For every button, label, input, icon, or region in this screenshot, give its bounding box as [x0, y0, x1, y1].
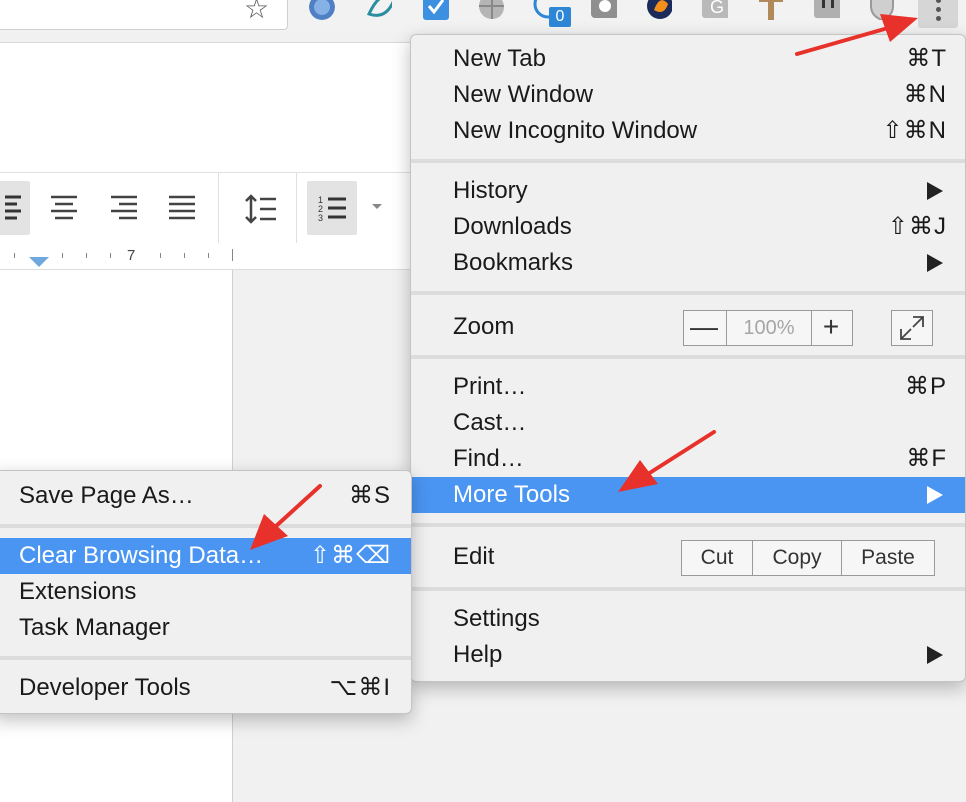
justify-icon: [169, 195, 195, 220]
menu-separator: [0, 656, 411, 660]
kebab-icon[interactable]: [918, 0, 958, 28]
menu-separator: [411, 523, 965, 527]
docs-formatting-toolbar: 123: [0, 172, 420, 244]
menu-item-print[interactable]: Print… ⌘P: [411, 369, 965, 405]
menu-item-cast[interactable]: Cast…: [411, 405, 965, 441]
menu-item-new-incognito-window[interactable]: New Incognito Window ⇧⌘N: [411, 113, 965, 149]
menu-item-help[interactable]: Help: [411, 637, 965, 673]
svg-text:G: G: [710, 0, 724, 17]
plug-extension-icon[interactable]: [814, 0, 840, 20]
menu-item-settings[interactable]: Settings: [411, 601, 965, 637]
zoom-out-button[interactable]: —: [684, 311, 724, 345]
svg-text:3: 3: [318, 213, 323, 223]
extension-badge: 0: [549, 7, 571, 27]
menu-item-save-page-as[interactable]: Save Page As… ⌘S: [0, 478, 411, 514]
submenu-arrow-icon: [927, 646, 943, 664]
menu-item-new-tab[interactable]: New Tab ⌘T: [411, 41, 965, 77]
hammer-extension-icon[interactable]: [757, 0, 783, 20]
more-tools-submenu: Save Page As… ⌘S Clear Browsing Data… ⇧⌘…: [0, 470, 412, 714]
menu-separator: [411, 355, 965, 359]
paste-button[interactable]: Paste: [841, 541, 934, 575]
align-right-button[interactable]: [98, 181, 148, 235]
camera-extension-icon[interactable]: [591, 0, 617, 20]
document-ruler: 7: [0, 243, 420, 270]
leaf-extension-icon[interactable]: [366, 0, 392, 20]
document-header-area: [0, 42, 420, 173]
submenu-arrow-icon: [927, 182, 943, 200]
check-extension-icon[interactable]: [423, 0, 449, 20]
numbered-list-icon: 123: [318, 195, 346, 223]
browser-toolbar: ☆ 0 G: [0, 0, 966, 32]
menu-separator: [411, 291, 965, 295]
fullscreen-icon: [900, 316, 924, 340]
zoom-in-button[interactable]: +: [811, 311, 851, 345]
menu-item-new-window[interactable]: New Window ⌘N: [411, 77, 965, 113]
zoom-level: 100%: [726, 311, 812, 345]
align-center-button[interactable]: [38, 181, 88, 235]
menu-item-developer-tools[interactable]: Developer Tools ⌥⌘I: [0, 670, 411, 706]
star-icon[interactable]: ☆: [244, 0, 269, 25]
menu-item-bookmarks[interactable]: Bookmarks: [411, 245, 965, 281]
menu-item-edit: Edit Cut Copy Paste: [411, 539, 965, 576]
menu-item-extensions[interactable]: Extensions: [0, 574, 411, 610]
menu-item-history[interactable]: History: [411, 173, 965, 209]
align-left-icon: [5, 195, 21, 220]
menu-item-zoom: Zoom — 100% +: [411, 307, 965, 347]
menu-item-more-tools[interactable]: More Tools: [411, 477, 965, 513]
chrome-main-menu: New Tab ⌘T New Window ⌘N New Incognito W…: [410, 34, 966, 682]
menu-separator: [0, 524, 411, 528]
indent-marker[interactable]: [29, 257, 49, 267]
cut-button[interactable]: Cut: [682, 541, 752, 575]
globe-extension-icon[interactable]: [309, 0, 335, 20]
fullscreen-button[interactable]: [891, 310, 933, 346]
menu-item-downloads[interactable]: Downloads ⇧⌘J: [411, 209, 965, 245]
toolbar-divider: [296, 173, 297, 243]
grammarly-extension-icon[interactable]: G: [702, 0, 728, 20]
justify-button[interactable]: [156, 181, 206, 235]
menu-item-task-manager[interactable]: Task Manager: [0, 610, 411, 646]
copy-button[interactable]: Copy: [752, 541, 841, 575]
submenu-arrow-icon: [927, 254, 943, 272]
menu-separator: [411, 587, 965, 591]
line-spacing-icon: [245, 194, 276, 224]
flame-extension-icon[interactable]: [646, 0, 672, 20]
edit-controls: Cut Copy Paste: [681, 540, 935, 576]
toolbar-divider: [218, 173, 219, 243]
submenu-arrow-icon: [927, 486, 943, 504]
zoom-control: — 100% +: [683, 310, 853, 346]
list-options-dropdown-icon[interactable]: [372, 204, 382, 209]
align-left-button[interactable]: [0, 181, 30, 235]
menu-item-clear-browsing-data[interactable]: Clear Browsing Data… ⇧⌘⌫: [0, 538, 411, 574]
align-center-icon: [51, 195, 77, 220]
menu-item-find[interactable]: Find… ⌘F: [411, 441, 965, 477]
numbered-list-button[interactable]: 123: [307, 181, 357, 235]
align-right-icon: [111, 195, 137, 220]
ruler-number: 7: [127, 247, 136, 264]
shield-extension-icon[interactable]: [868, 0, 894, 20]
menu-separator: [411, 159, 965, 163]
line-spacing-button[interactable]: [233, 181, 283, 235]
web-extension-icon[interactable]: [478, 0, 504, 20]
